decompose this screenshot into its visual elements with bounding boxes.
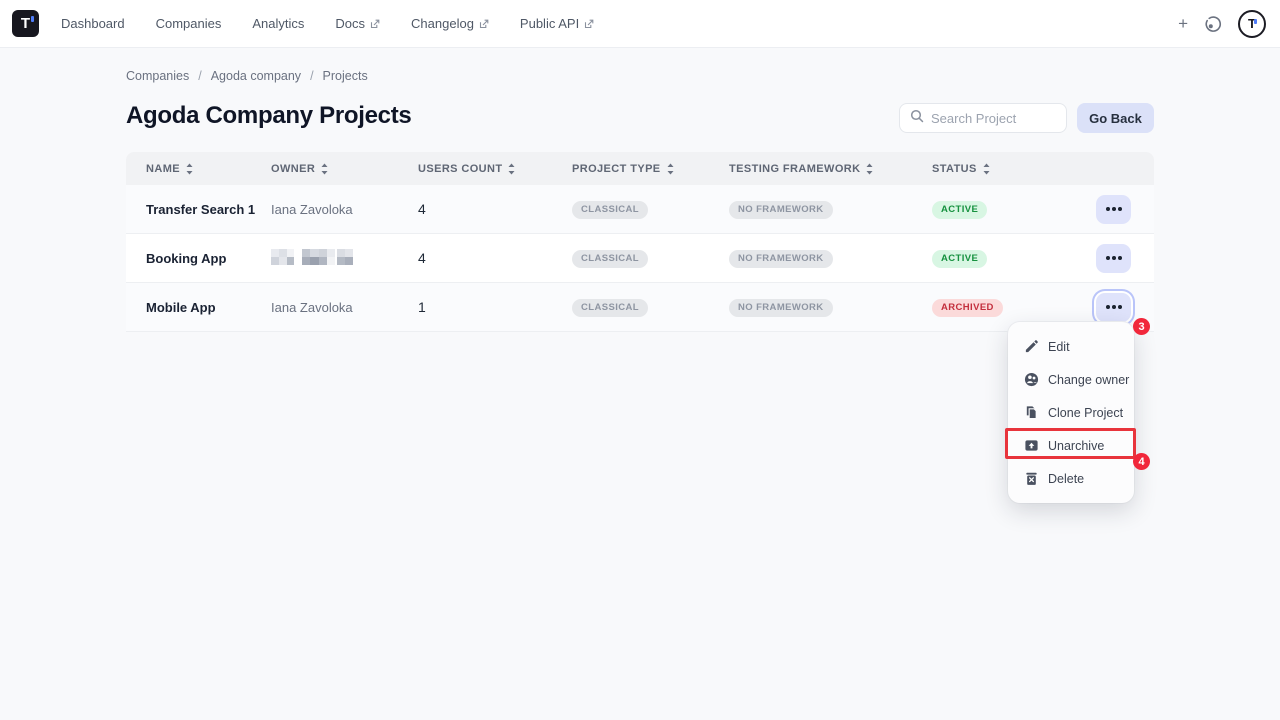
- column-header-name[interactable]: NAME: [126, 163, 271, 175]
- project-name: Booking App: [126, 251, 271, 266]
- nav-item-public-api[interactable]: Public API: [520, 16, 594, 31]
- sort-icon: [982, 163, 991, 175]
- unarchive-icon: [1024, 438, 1039, 453]
- nav-item-changelog[interactable]: Changelog: [411, 16, 489, 31]
- search-icon: [910, 109, 924, 128]
- status-badge: ACTIVE: [932, 201, 987, 219]
- breadcrumb-separator: /: [310, 69, 313, 83]
- ellipsis-icon: [1112, 305, 1116, 309]
- feed-icon[interactable]: [1204, 15, 1222, 33]
- status-badge: ACTIVE: [932, 250, 987, 268]
- go-back-button[interactable]: Go Back: [1077, 103, 1154, 133]
- project-name: Transfer Search 1: [126, 202, 271, 217]
- nav-links: Dashboard Companies Analytics Docs Chang…: [61, 16, 594, 31]
- user-avatar[interactable]: T: [1238, 10, 1266, 38]
- nav-item-label: Companies: [156, 16, 222, 31]
- testing-framework-badge: NO FRAMEWORK: [729, 250, 833, 268]
- sort-icon: [666, 163, 675, 175]
- ellipsis-icon: [1112, 256, 1116, 260]
- add-icon[interactable]: +: [1178, 15, 1188, 32]
- project-type-badge: CLASSICAL: [572, 201, 648, 219]
- breadcrumb-companies[interactable]: Companies: [126, 69, 189, 83]
- copy-icon: [1024, 405, 1039, 420]
- table-row: Booking App 4 CLASSICAL NO FRAMEWORK ACT…: [126, 234, 1154, 283]
- users-count: 1: [418, 299, 572, 315]
- column-header-users-count[interactable]: USERS COUNT: [418, 163, 572, 175]
- project-name: Mobile App: [126, 300, 271, 315]
- menu-item-label: Unarchive: [1048, 439, 1104, 453]
- menu-item-edit[interactable]: Edit: [1008, 330, 1134, 363]
- page-title: Agoda Company Projects: [126, 102, 411, 130]
- external-link-icon: [370, 19, 380, 29]
- app-logo-letter: T: [21, 15, 30, 32]
- menu-item-label: Clone Project: [1048, 406, 1123, 420]
- avatar-accent: [1254, 19, 1257, 24]
- sort-icon: [507, 163, 516, 175]
- table-row: Transfer Search 1 Iana Zavoloka 4 CLASSI…: [126, 185, 1154, 234]
- nav-item-label: Changelog: [411, 16, 474, 31]
- breadcrumb-projects[interactable]: Projects: [323, 69, 368, 83]
- status-badge: ARCHIVED: [932, 299, 1003, 317]
- users-count: 4: [418, 201, 572, 217]
- column-header-owner[interactable]: OWNER: [271, 163, 418, 175]
- row-actions-button[interactable]: [1096, 195, 1131, 224]
- project-type-badge: CLASSICAL: [572, 299, 648, 317]
- search-project-box: [899, 103, 1067, 133]
- users-count: 4: [418, 250, 572, 266]
- trash-x-icon: [1024, 471, 1039, 486]
- nav-item-dashboard[interactable]: Dashboard: [61, 16, 125, 31]
- menu-item-label: Edit: [1048, 340, 1070, 354]
- breadcrumb-separator: /: [198, 69, 201, 83]
- nav-item-label: Dashboard: [61, 16, 125, 31]
- nav-right: + T: [1178, 10, 1280, 38]
- annotation-step-3-badge: 3: [1133, 318, 1150, 335]
- search-project-input[interactable]: [931, 111, 1056, 126]
- testing-framework-badge: NO FRAMEWORK: [729, 299, 833, 317]
- external-link-icon: [479, 19, 489, 29]
- row-actions-menu: Edit Change owner Clone Project: [1008, 322, 1134, 503]
- app-logo[interactable]: T: [12, 10, 39, 37]
- nav-item-label: Public API: [520, 16, 579, 31]
- screen: T Dashboard Companies Analytics Docs Cha…: [0, 0, 1280, 720]
- sort-icon: [185, 163, 194, 175]
- menu-item-label: Change owner: [1048, 373, 1129, 387]
- row-actions-button[interactable]: [1096, 293, 1131, 322]
- menu-item-change-owner[interactable]: Change owner: [1008, 363, 1134, 396]
- nav-item-label: Analytics: [252, 16, 304, 31]
- nav-item-analytics[interactable]: Analytics: [252, 16, 304, 31]
- menu-item-delete[interactable]: Delete: [1008, 462, 1134, 495]
- breadcrumb-agoda-company[interactable]: Agoda company: [211, 69, 301, 83]
- sort-icon: [865, 163, 874, 175]
- column-header-testing-framework[interactable]: TESTING FRAMEWORK: [729, 163, 932, 175]
- menu-item-unarchive[interactable]: Unarchive: [1008, 429, 1134, 462]
- sort-icon: [320, 163, 329, 175]
- testing-framework-badge: NO FRAMEWORK: [729, 201, 833, 219]
- external-link-icon: [584, 19, 594, 29]
- column-header-status[interactable]: STATUS: [932, 163, 1052, 175]
- column-header-project-type[interactable]: PROJECT TYPE: [572, 163, 729, 175]
- nav-item-docs[interactable]: Docs: [335, 16, 380, 31]
- table-row: Mobile App Iana Zavoloka 1 CLASSICAL NO …: [126, 283, 1154, 332]
- annotation-step-4-badge: 4: [1133, 453, 1150, 470]
- menu-item-clone-project[interactable]: Clone Project: [1008, 396, 1134, 429]
- breadcrumb: Companies / Agoda company / Projects: [126, 69, 368, 83]
- menu-item-label: Delete: [1048, 472, 1084, 486]
- users-icon: [1024, 372, 1039, 387]
- project-owner: Iana Zavoloka: [271, 202, 418, 217]
- project-type-badge: CLASSICAL: [572, 250, 648, 268]
- redacted-owner: [271, 249, 353, 265]
- projects-table: NAME OWNER USERS COUNT PROJECT TYPE TEST…: [126, 152, 1154, 332]
- pencil-icon: [1024, 339, 1039, 354]
- nav-item-label: Docs: [335, 16, 365, 31]
- logo-accent: [31, 16, 34, 22]
- project-owner: Iana Zavoloka: [271, 300, 418, 315]
- table-header: NAME OWNER USERS COUNT PROJECT TYPE TEST…: [126, 152, 1154, 185]
- nav-item-companies[interactable]: Companies: [156, 16, 222, 31]
- top-navbar: T Dashboard Companies Analytics Docs Cha…: [0, 0, 1280, 48]
- row-actions-button[interactable]: [1096, 244, 1131, 273]
- ellipsis-icon: [1112, 207, 1116, 211]
